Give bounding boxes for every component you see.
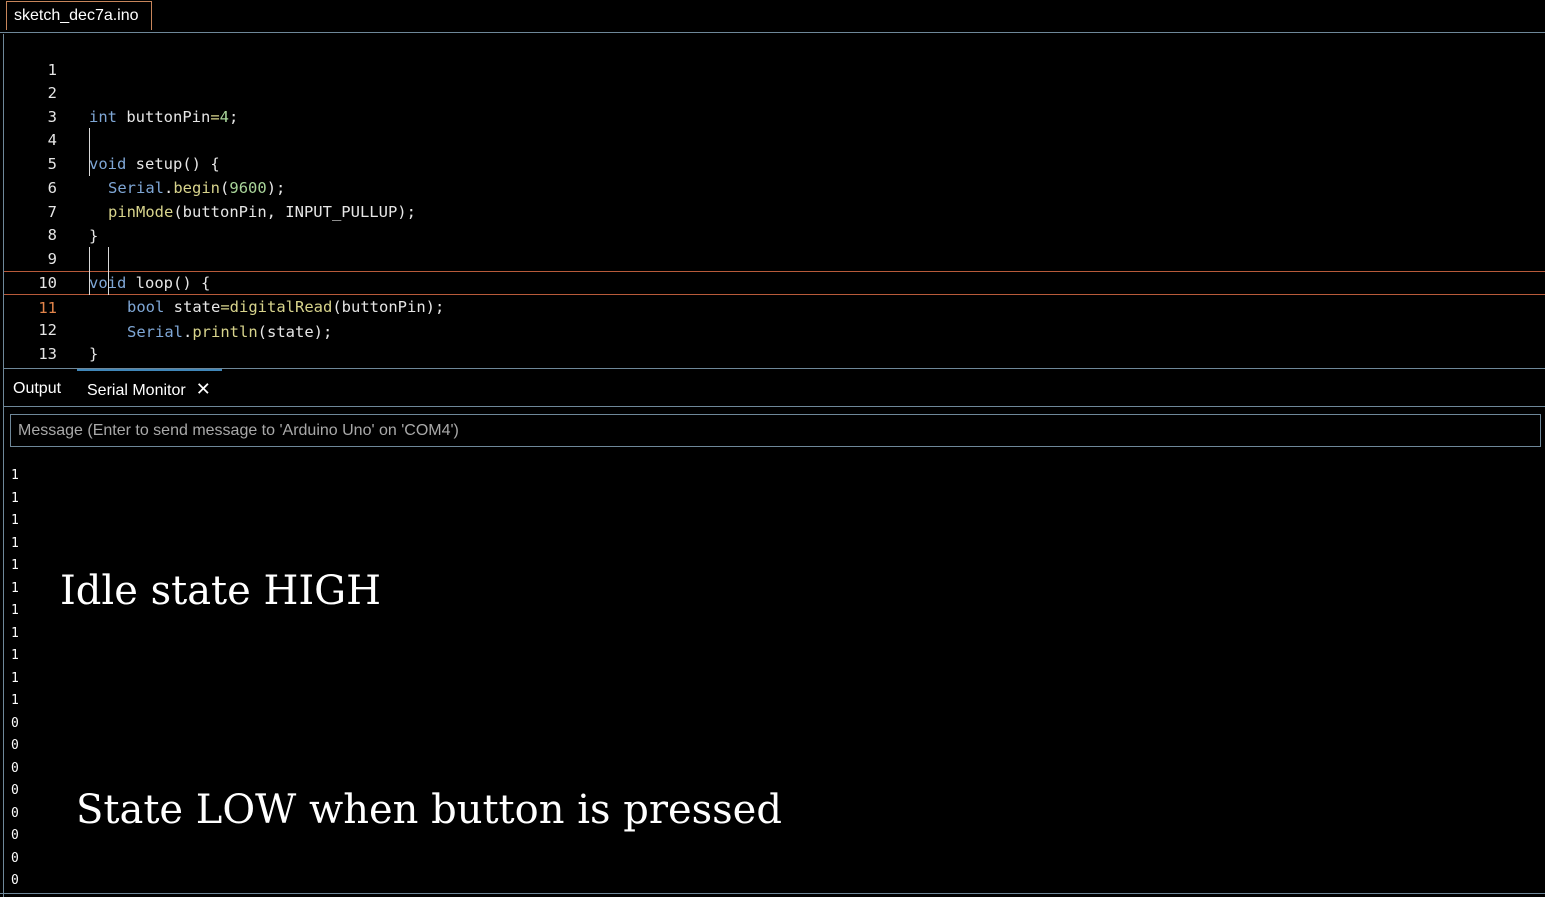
code-line-12: 12 }	[4, 294, 1545, 363]
serial-line: 1	[11, 468, 19, 483]
serial-line: 0	[11, 715, 19, 731]
code-line-1: 1	[4, 34, 1545, 79]
editor-tab-bar: sketch_dec7a.ino	[0, 0, 1545, 33]
serial-line: 0	[11, 873, 19, 888]
serial-line: 1	[11, 693, 19, 708]
message-input[interactable]: Message (Enter to send message to 'Ardui…	[10, 414, 1541, 447]
serial-line: 1	[11, 490, 19, 506]
code-line-5: 5 Serial.begin(9600);	[4, 128, 1545, 197]
code-line-3: 3	[4, 81, 1545, 126]
code-line-8: 8	[4, 199, 1545, 244]
serial-line: 1	[11, 535, 19, 551]
serial-line: 0	[11, 850, 19, 866]
code-line-10: 10 bool state=digitalRead(buttonPin);	[4, 247, 1545, 316]
indent-guide	[89, 247, 90, 295]
serial-line: 0	[11, 805, 19, 821]
serial-line: 1	[11, 625, 19, 641]
tab-label: Serial Monitor	[87, 382, 186, 399]
panel-bottom-border	[0, 893, 1545, 897]
serial-line: 0	[11, 783, 19, 798]
line-number: 13	[38, 345, 57, 363]
code-line-13: 13	[4, 318, 1545, 363]
code-editor[interactable]: 1 2 int buttonPin=4; 3 4 void setup() { …	[3, 34, 1545, 368]
code-text: }	[89, 345, 99, 363]
annotation-pressed: State LOW when button is pressed	[76, 787, 782, 833]
serial-line: 1	[11, 670, 19, 686]
serial-line: 1	[11, 648, 19, 663]
indent-guide	[89, 128, 90, 176]
indent-guide	[108, 247, 109, 295]
serial-line: 1	[11, 603, 19, 618]
annotation-idle: Idle state HIGH	[60, 568, 382, 614]
serial-line: 1	[11, 580, 19, 596]
serial-line: 0	[11, 828, 19, 843]
tab-serial-monitor[interactable]: Serial Monitor ✕	[77, 369, 222, 406]
close-icon[interactable]: ✕	[196, 371, 211, 407]
serial-line: 0	[11, 738, 19, 753]
code-line-11-current: 11 Serial.println(state);	[4, 271, 1545, 341]
code-line-9: 9 void loop() {	[4, 223, 1545, 292]
serial-line: 1	[11, 558, 19, 573]
code-line-7: 7 }	[4, 176, 1545, 245]
panel-tab-bar: Output Serial Monitor ✕	[4, 369, 1545, 407]
code-line-4: 4 void setup() {	[4, 104, 1545, 173]
code-line-2: 2 int buttonPin=4;	[4, 57, 1545, 126]
tab-output[interactable]: Output	[13, 369, 61, 406]
serial-line: 0	[11, 760, 19, 776]
file-tab[interactable]: sketch_dec7a.ino	[6, 1, 152, 30]
serial-output: 1 1 1 1 1 1 1 1 1 1 1 0 0 0 0 0 0 0 0	[11, 465, 19, 893]
code-line-6: 6 pinMode(buttonPin, INPUT_PULLUP);	[4, 152, 1545, 221]
serial-line: 1	[11, 513, 19, 528]
